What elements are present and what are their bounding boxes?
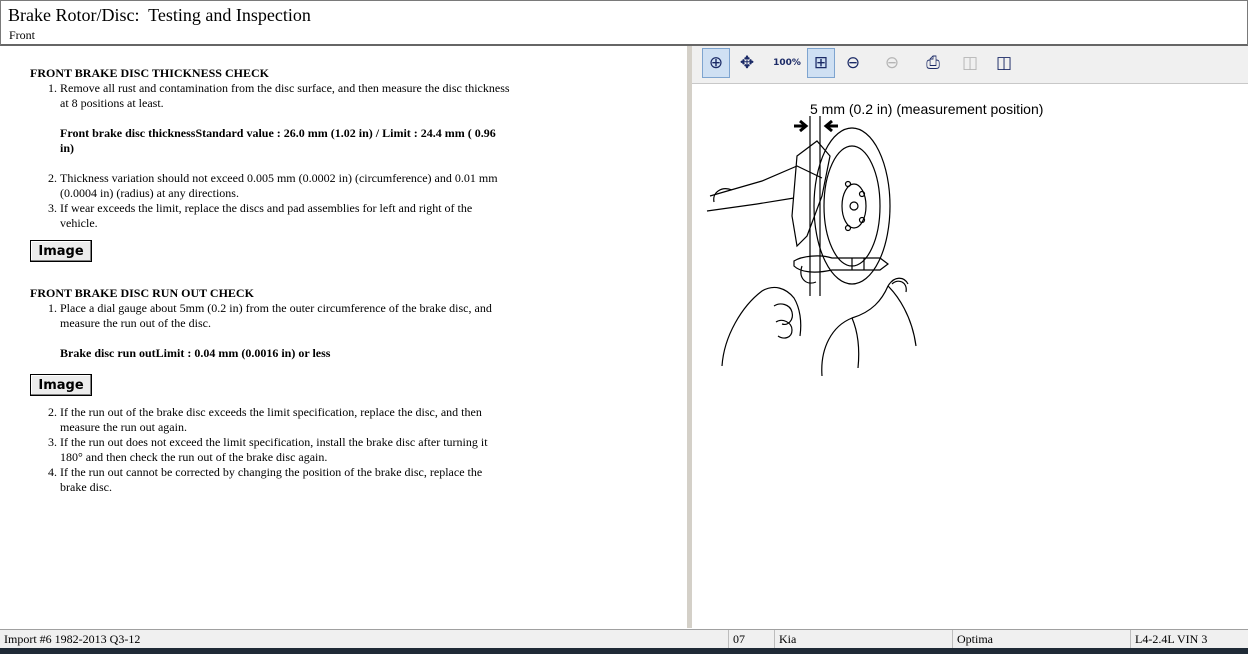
- magnifier-width-icon: ⊖: [845, 53, 861, 73]
- magnifier-minus-icon: ⊖: [884, 53, 900, 73]
- brake-disc-illustration: [706, 116, 917, 377]
- procedure-content: FRONT BRAKE DISC THICKNESS CHECK Remove …: [30, 66, 510, 495]
- os-taskbar-strip: [0, 648, 1248, 654]
- list-item: Thickness variation should not exceed 0.…: [60, 171, 510, 201]
- magnifier-fit-icon: ⊞: [813, 53, 829, 73]
- page-subtitle: Front: [9, 28, 36, 42]
- status-engine: L4-2.4L VIN 3: [1130, 630, 1248, 649]
- previous-image-button[interactable]: ◫: [956, 48, 984, 78]
- camera-prev-icon: ◫: [961, 53, 979, 73]
- zoom-out-button[interactable]: ⊖: [878, 48, 906, 78]
- list-item: Remove all rust and contamination from t…: [60, 81, 510, 111]
- status-make: Kia: [774, 630, 952, 649]
- zoom-in-tool-button[interactable]: ⊕: [702, 48, 730, 78]
- pan-tool-button[interactable]: ✥: [733, 48, 761, 78]
- image-button-runout[interactable]: Image: [30, 374, 92, 396]
- camera-next-icon: ◫: [995, 53, 1013, 73]
- printer-icon: ⎙: [926, 53, 940, 73]
- status-source: Import #6 1982-2013 Q3-12: [4, 632, 141, 646]
- zoom-fit-button[interactable]: ⊞: [807, 48, 835, 78]
- list-item: If the run out of the brake disc exceeds…: [60, 405, 510, 435]
- move-arrows-icon: ✥: [739, 53, 755, 73]
- list-item: If the run out cannot be corrected by ch…: [60, 465, 510, 495]
- zoom-100-button[interactable]: 100%: [773, 48, 801, 78]
- image-button-thickness[interactable]: Image: [30, 240, 92, 262]
- section-heading-thickness: FRONT BRAKE DISC THICKNESS CHECK: [30, 66, 269, 80]
- thickness-spec: Front brake disc thicknessStandard value…: [60, 126, 496, 155]
- print-button[interactable]: ⎙: [919, 48, 947, 78]
- image-viewer[interactable]: ⊕ ✥ 100% ⊞ ⊖ ⊖ ⎙ ◫ ◫ 5 mm (0.2 in) (meas…: [692, 46, 1248, 628]
- viewer-toolbar: ⊕ ✥ 100% ⊞ ⊖ ⊖ ⎙ ◫ ◫: [692, 46, 1248, 84]
- next-image-button[interactable]: ◫: [990, 48, 1018, 78]
- runout-steps-list: Place a dial gauge about 5mm (0.2 in) fr…: [30, 301, 510, 331]
- runout-steps-list-cont: If the run out of the brake disc exceeds…: [30, 405, 510, 495]
- zoom-width-button[interactable]: ⊖: [839, 48, 867, 78]
- zoom-100-icon: 100%: [773, 58, 801, 68]
- page-title: Brake Rotor/Disc: Testing and Inspection: [8, 5, 311, 25]
- list-item: Place a dial gauge about 5mm (0.2 in) fr…: [60, 301, 510, 331]
- list-item: If wear exceeds the limit, replace the d…: [60, 201, 510, 231]
- section-heading-runout: FRONT BRAKE DISC RUN OUT CHECK: [30, 286, 254, 300]
- procedure-pane[interactable]: FRONT BRAKE DISC THICKNESS CHECK Remove …: [0, 46, 687, 626]
- thickness-steps-list: Remove all rust and contamination from t…: [30, 81, 510, 111]
- thickness-steps-list-cont: Thickness variation should not exceed 0.…: [30, 171, 510, 231]
- list-item: If the run out does not exceed the limit…: [60, 435, 510, 465]
- status-year: 07: [728, 630, 774, 649]
- status-model: Optima: [952, 630, 1130, 649]
- status-bar: Import #6 1982-2013 Q3-12 07 Kia Optima …: [0, 629, 1248, 649]
- document-header: Brake Rotor/Disc: Testing and Inspection…: [0, 0, 1248, 46]
- magnifier-plus-icon: ⊕: [708, 53, 724, 73]
- runout-spec: Brake disc run outLimit : 0.04 mm (0.001…: [60, 346, 331, 360]
